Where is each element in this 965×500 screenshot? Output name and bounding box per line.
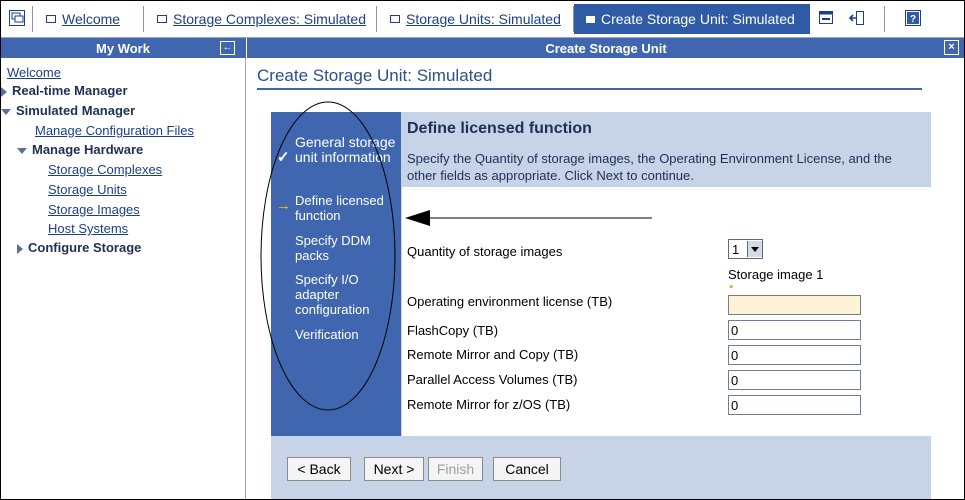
sidebar-item-manage-hardware[interactable]: Manage Hardware: [17, 142, 143, 157]
title-divider: [257, 88, 922, 90]
main-header-title: Create Storage Unit: [545, 40, 667, 56]
quantity-value: 1: [732, 241, 740, 257]
window-list-icon[interactable]: [8, 9, 26, 27]
tab-create-storage-unit[interactable]: Create Storage Unit: Simulated: [574, 4, 810, 34]
sidebar-item-label: Simulated Manager: [16, 103, 136, 118]
finish-button[interactable]: Finish: [428, 457, 483, 481]
flashcopy-label: FlashCopy (TB): [407, 323, 499, 338]
my-work-header: My Work: [0, 38, 246, 58]
collapse-left-icon[interactable]: ←: [220, 41, 235, 55]
tab-welcome[interactable]: Welcome: [34, 6, 144, 32]
storage-image-label: Storage image 1: [728, 267, 824, 282]
tab-label: Welcome: [62, 11, 121, 27]
tab-bar: Welcome Storage Complexes: Simulated Sto…: [0, 0, 965, 38]
chevron-down-icon: [747, 241, 762, 257]
wizard-step-general[interactable]: General storage unit information: [295, 135, 399, 165]
sidebar-item-label: Configure Storage: [28, 240, 142, 255]
sidebar-item-storage-units[interactable]: Storage Units: [48, 182, 127, 197]
required-marker: *: [729, 283, 734, 295]
minimize-window-icon[interactable]: [817, 9, 835, 27]
window-icon: [157, 15, 167, 23]
window-icon: [390, 15, 400, 23]
collapse-icon: [17, 147, 27, 154]
sidebar-item-storage-complexes[interactable]: Storage Complexes: [48, 162, 162, 177]
wizard-step-specify-io-adapter[interactable]: Specify I/O adapter configuration: [295, 272, 391, 317]
sidebar-item-storage-images[interactable]: Storage Images: [48, 202, 140, 217]
help-icon[interactable]: ?: [904, 9, 922, 27]
sidebar-item-simulated-manager[interactable]: Simulated Manager: [1, 103, 135, 118]
wizard-step-verification[interactable]: Verification: [295, 327, 399, 342]
wizard-step-specify-ddm-packs[interactable]: Specify DDM packs: [295, 233, 399, 263]
svg-text:?: ?: [910, 14, 916, 25]
tab-label: Storage Complexes: Simulated: [173, 11, 366, 27]
os-license-label: Operating environment license (TB): [407, 294, 613, 309]
parallel-access-volumes-label: Parallel Access Volumes (TB): [407, 372, 578, 387]
checkmark-icon: ✓: [277, 149, 290, 166]
sidebar-item-host-systems[interactable]: Host Systems: [48, 221, 128, 236]
window-icon: [46, 15, 56, 23]
remote-mirror-zos-input[interactable]: [728, 395, 861, 415]
tab-label: Create Storage Unit: Simulated: [601, 11, 795, 27]
tab-storage-units[interactable]: Storage Units: Simulated: [378, 6, 574, 32]
page-title: Create Storage Unit: Simulated: [257, 66, 493, 85]
window-icon: [586, 15, 595, 23]
collapse-icon: [1, 108, 11, 115]
tab-label: Storage Units: Simulated: [406, 11, 561, 27]
flashcopy-input[interactable]: [728, 320, 861, 340]
sidebar: Welcome Real-time Manager Simulated Mana…: [0, 58, 246, 500]
sidebar-item-label: Manage Hardware: [32, 142, 144, 157]
my-work-title: My Work: [96, 40, 150, 56]
os-license-input[interactable]: [728, 295, 861, 315]
back-button[interactable]: < Back: [287, 457, 351, 481]
cancel-button[interactable]: Cancel: [493, 457, 561, 481]
quantity-label: Quantity of storage images: [407, 244, 563, 259]
main-header: Create Storage Unit: [247, 38, 965, 58]
logout-icon[interactable]: [848, 9, 866, 27]
sidebar-item-welcome[interactable]: Welcome: [7, 65, 61, 80]
wizard-content-description: Specify the Quantity of storage images, …: [407, 151, 892, 183]
current-step-arrow-icon: →: [276, 197, 291, 214]
parallel-access-volumes-input[interactable]: [728, 370, 861, 390]
quantity-select[interactable]: 1: [728, 239, 763, 259]
remote-mirror-copy-label: Remote Mirror and Copy (TB): [407, 347, 579, 362]
expand-icon: [17, 243, 23, 254]
close-icon[interactable]: ×: [944, 40, 959, 55]
sidebar-item-realtime-manager[interactable]: Real-time Manager: [1, 83, 128, 98]
sidebar-item-label: Real-time Manager: [12, 83, 128, 98]
sidebar-item-configure-storage[interactable]: Configure Storage: [17, 240, 141, 255]
remote-mirror-copy-input[interactable]: [728, 345, 861, 365]
wizard-step-define-licensed-function[interactable]: Define licensed function: [295, 193, 399, 223]
wizard-content-title: Define licensed function: [407, 120, 592, 137]
sidebar-item-manage-configuration-files[interactable]: Manage Configuration Files: [35, 123, 194, 138]
next-button[interactable]: Next >: [364, 457, 424, 481]
expand-icon: [1, 86, 7, 97]
tab-storage-complexes[interactable]: Storage Complexes: Simulated: [145, 6, 377, 32]
remote-mirror-zos-label: Remote Mirror for z/OS (TB): [407, 397, 571, 412]
